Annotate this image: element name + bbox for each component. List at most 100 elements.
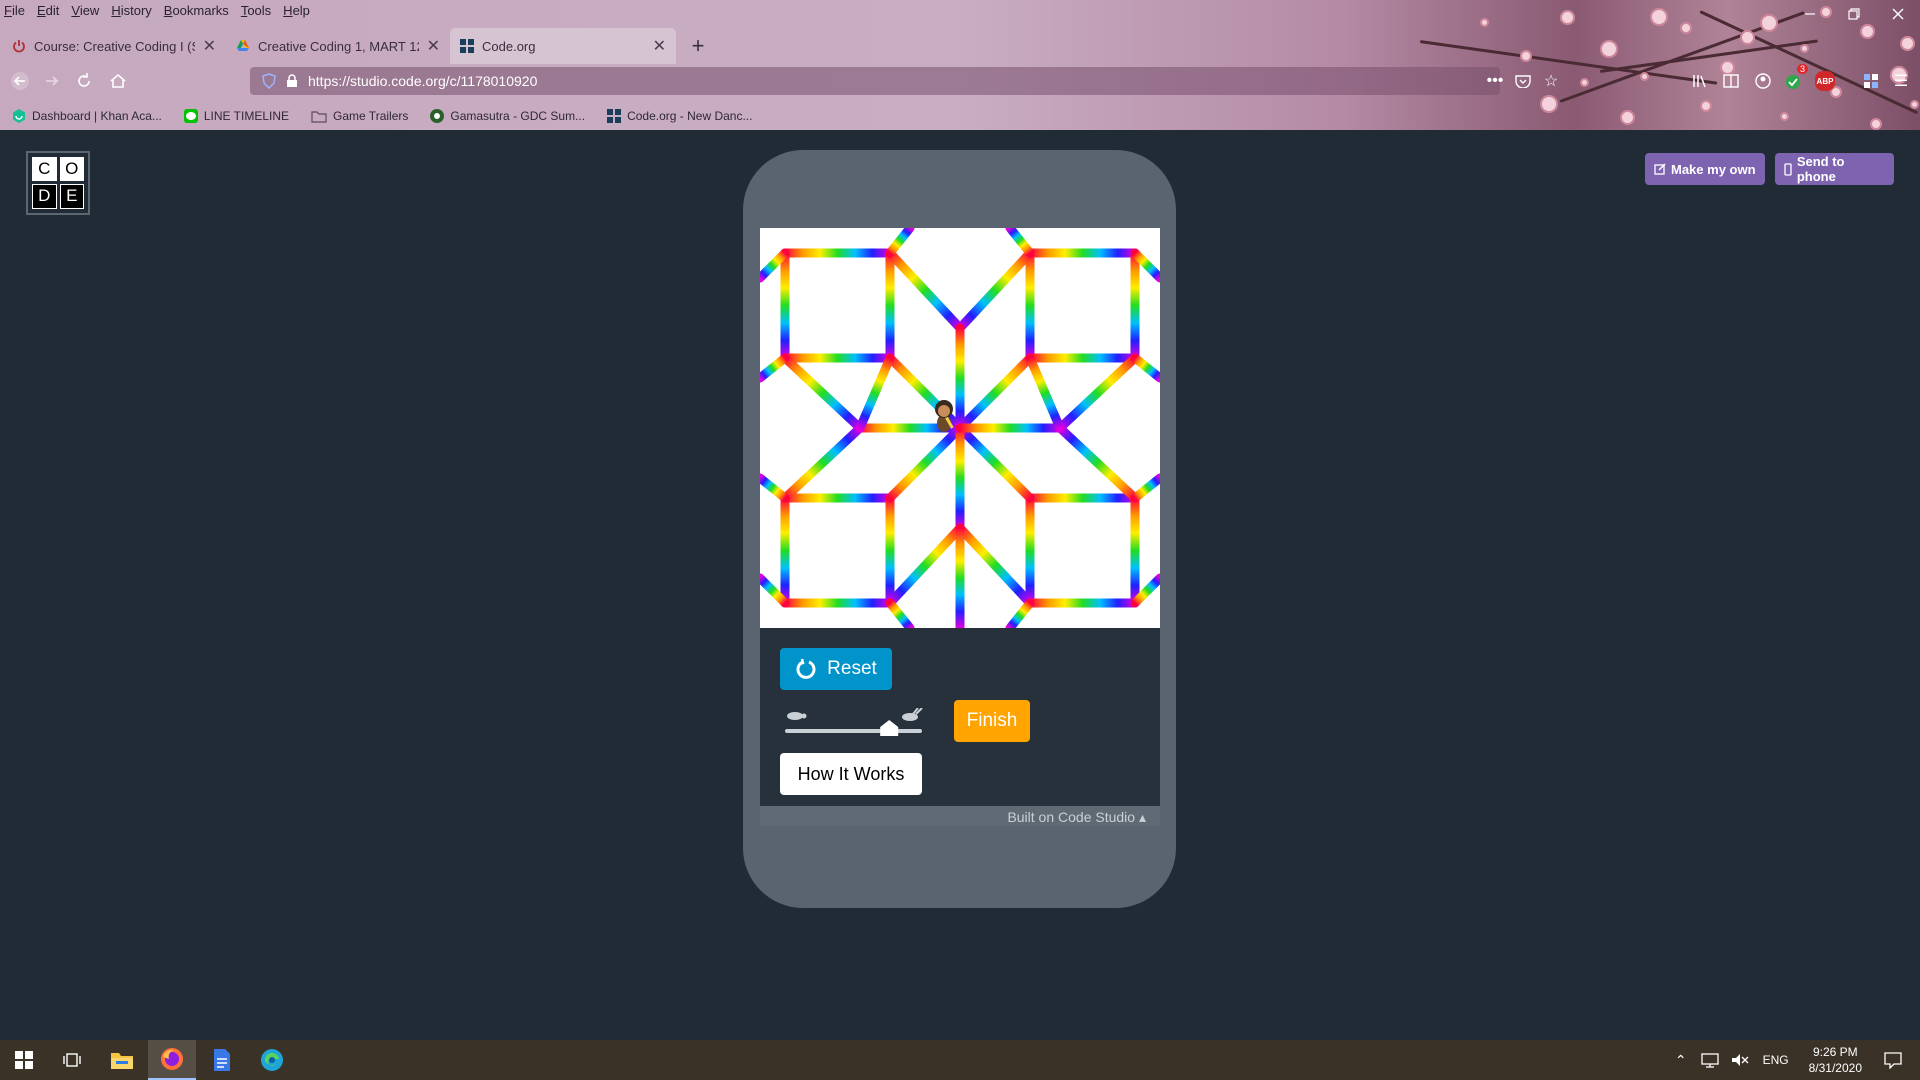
back-button[interactable]: [6, 68, 34, 94]
bookmark-line[interactable]: LINE TIMELINE: [183, 109, 290, 123]
phone-frame: Reset Finish How It Works Built on Code …: [743, 150, 1176, 908]
window-controls: [1788, 0, 1920, 28]
network-icon[interactable]: [1700, 1052, 1719, 1068]
url-bar[interactable]: https://studio.code.org/c/1178010920: [250, 67, 1500, 95]
menu-tools[interactable]: Tools: [241, 3, 271, 18]
reload-icon: [78, 73, 90, 87]
speed-slider[interactable]: [785, 708, 925, 738]
bookmark-star-icon[interactable]: ☆: [1540, 70, 1562, 92]
rainbow-line: [1005, 228, 1035, 258]
page-actions-icon[interactable]: •••: [1484, 70, 1506, 92]
power-icon: [13, 40, 25, 53]
green-shield-icon: [1786, 75, 1800, 89]
show-hidden-icons[interactable]: ⌃: [1675, 1052, 1687, 1069]
send-to-phone-button[interactable]: Send to phone: [1775, 153, 1894, 185]
reader-glyph-icon: [1723, 74, 1739, 88]
finish-button[interactable]: Finish: [954, 700, 1030, 742]
input-language[interactable]: ENG: [1763, 1053, 1789, 1067]
bookmark-game-trailers[interactable]: Game Trailers: [311, 109, 408, 123]
built-on-code-studio-link[interactable]: Built on Code Studio ▴: [760, 806, 1160, 826]
clock-time: 9:26 PM: [1812, 1045, 1858, 1059]
volume-muted-icon[interactable]: [1731, 1052, 1749, 1068]
artist-canvas[interactable]: [760, 228, 1160, 628]
rainbow-line: [885, 248, 965, 333]
restore-icon: [1848, 8, 1860, 20]
code-org-logo[interactable]: C O D E: [26, 151, 90, 215]
reset-button[interactable]: Reset: [780, 648, 892, 690]
clock[interactable]: 9:26 PM 8/31/2020: [1809, 1044, 1862, 1076]
lock-icon: [287, 74, 297, 87]
menu-bookmarks[interactable]: Bookmarks: [164, 3, 229, 18]
tab-course[interactable]: Course: Creative Coding I (Sec ✕: [2, 28, 226, 64]
file-explorer-icon: [111, 1053, 133, 1069]
bookmark-gamasutra[interactable]: Gamasutra - GDC Sum...: [430, 109, 585, 123]
extensions-puzzle-icon[interactable]: [1860, 70, 1882, 92]
slider-thumb[interactable]: [880, 720, 899, 736]
rainbow-line: [780, 353, 865, 433]
docs-taskbar-button[interactable]: [198, 1040, 246, 1080]
bookmark-label: LINE TIMELINE: [203, 109, 290, 123]
start-button[interactable]: [0, 1040, 48, 1080]
make-my-own-label: Make my own: [1671, 161, 1756, 177]
tab-code-org[interactable]: Code.org ✕: [450, 28, 676, 64]
extension-shield-icon[interactable]: 3: [1782, 64, 1808, 92]
edit-icon: [1654, 163, 1666, 175]
tab-strip: Course: Creative Coding I (Sec ✕ Creativ…: [0, 28, 1920, 64]
reload-button[interactable]: [70, 68, 98, 94]
minimize-button[interactable]: [1788, 0, 1832, 28]
menu-view[interactable]: View: [71, 3, 99, 18]
rainbow-line: [1130, 473, 1160, 503]
tab-creative-coding[interactable]: Creative Coding 1, MART 120 | ✕: [226, 28, 450, 64]
menu-bar: File Edit View History Bookmarks Tools H…: [0, 0, 310, 20]
notifications-icon[interactable]: [1884, 1051, 1902, 1069]
rainbow-line: [885, 423, 965, 503]
account-icon[interactable]: [1752, 70, 1774, 92]
logo-letter: C: [32, 157, 57, 181]
tab-close-icon[interactable]: ✕: [203, 36, 216, 56]
menu-help[interactable]: Help: [283, 3, 310, 18]
drive-icon: [237, 40, 249, 51]
hamburger-menu-icon[interactable]: ☰: [1890, 70, 1912, 92]
windows-taskbar: ⌃ ENG 9:26 PM 8/31/2020: [0, 1040, 1920, 1080]
blossom-decoration: [1560, 10, 1575, 25]
new-tab-button[interactable]: +: [683, 28, 713, 64]
firefox-taskbar-button[interactable]: [148, 1040, 196, 1080]
close-window-button[interactable]: [1876, 0, 1920, 28]
close-icon: [1892, 8, 1904, 20]
task-view-button[interactable]: [48, 1040, 96, 1080]
edge-taskbar-button[interactable]: [248, 1040, 296, 1080]
tab-close-icon[interactable]: ✕: [653, 36, 666, 56]
reader-icon[interactable]: [1720, 70, 1742, 92]
menu-edit[interactable]: Edit: [37, 3, 59, 18]
tab-close-icon[interactable]: ✕: [427, 36, 440, 56]
bookmark-code-org[interactable]: Code.org - New Danc...: [607, 109, 752, 123]
pocket-glyph-icon: [1515, 75, 1531, 88]
code-org-favicon: [460, 39, 474, 53]
how-it-works-button[interactable]: How It Works: [780, 753, 922, 795]
forward-arrow-icon: [46, 76, 59, 86]
forward-button[interactable]: [38, 68, 66, 94]
blossom-decoration: [1700, 100, 1712, 112]
mobile-phone-icon: [1784, 162, 1792, 176]
file-explorer-button[interactable]: [98, 1040, 146, 1080]
turtle-icon: [787, 712, 807, 720]
document-icon: [214, 1049, 230, 1071]
extension-badge: 3: [1796, 64, 1808, 74]
folder-icon: [311, 110, 327, 123]
home-button[interactable]: [104, 68, 132, 94]
pocket-icon[interactable]: [1512, 70, 1534, 92]
menu-history[interactable]: History: [111, 3, 151, 18]
rainbow-line: [1055, 353, 1140, 433]
restore-button[interactable]: [1832, 0, 1876, 28]
bookmark-khan[interactable]: Dashboard | Khan Aca...: [12, 109, 162, 123]
reset-icon: [796, 658, 816, 679]
library-icon[interactable]: [1688, 70, 1710, 92]
make-my-own-button[interactable]: Make my own: [1645, 153, 1765, 185]
rainbow-line: [955, 423, 1035, 503]
rainbow-line: [855, 353, 895, 433]
edge-icon: [261, 1049, 283, 1071]
rainbow-line: [885, 598, 915, 628]
menu-file[interactable]: File: [4, 3, 25, 18]
adblock-icon[interactable]: ABP: [1814, 70, 1836, 92]
line-app-icon: [183, 109, 198, 123]
